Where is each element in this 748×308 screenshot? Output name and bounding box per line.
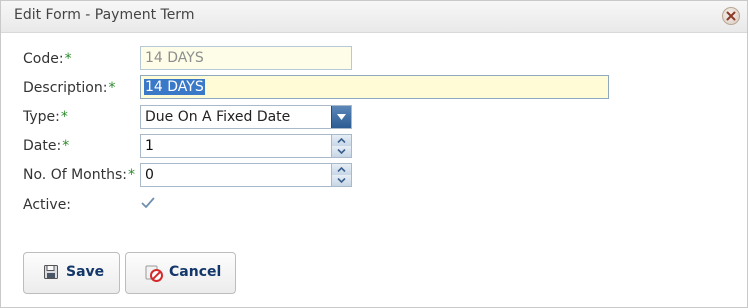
description-input[interactable]: 14 DAYS [144, 78, 205, 96]
code-input[interactable] [141, 47, 351, 69]
date-label-text: Date: [23, 138, 62, 154]
description-label-text: Description: [23, 80, 108, 96]
close-icon [726, 11, 736, 21]
description-field[interactable]: 14 DAYS [140, 75, 609, 99]
type-label-text: Type: [23, 109, 60, 125]
required-marker: * [62, 138, 70, 154]
date-spinner [331, 135, 351, 157]
active-checkbox[interactable] [140, 195, 156, 211]
description-label: Description:* [23, 80, 115, 96]
cancel-button[interactable]: Cancel [125, 252, 236, 294]
months-input[interactable] [141, 164, 331, 186]
cancel-circle-icon [145, 265, 163, 282]
type-label: Type:* [23, 109, 68, 125]
months-label-text: No. Of Months: [23, 167, 127, 183]
months-label: No. Of Months:* [23, 167, 135, 183]
chevron-up-icon [337, 138, 346, 143]
date-label: Date:* [23, 138, 69, 154]
active-label-text: Active: [23, 197, 72, 213]
chevron-up-icon [337, 167, 346, 172]
checkmark-icon [141, 197, 155, 208]
date-decrement-button[interactable] [332, 146, 351, 157]
edit-form-dialog: Edit Form - Payment Term Code:* Descript… [0, 0, 748, 308]
date-input[interactable] [141, 135, 331, 157]
months-decrement-button[interactable] [332, 175, 351, 186]
chevron-down-icon [337, 114, 346, 120]
code-field[interactable] [140, 46, 352, 70]
type-combo[interactable]: Due On A Fixed Date [140, 105, 352, 129]
date-stepper[interactable] [140, 134, 352, 158]
dialog-title: Edit Form - Payment Term [14, 7, 195, 23]
active-label: Active: [23, 197, 71, 213]
close-button[interactable] [722, 7, 740, 25]
code-label: Code:* [23, 51, 72, 67]
code-label-text: Code: [23, 51, 64, 67]
chevron-down-icon [337, 178, 346, 183]
type-value: Due On A Fixed Date [145, 109, 291, 125]
cancel-button-label: Cancel [169, 264, 222, 280]
type-dropdown-button[interactable] [331, 106, 351, 128]
floppy-disk-icon [44, 265, 58, 279]
months-stepper[interactable] [140, 163, 352, 187]
description-selected-text: 14 DAYS [144, 79, 205, 95]
save-button[interactable]: Save [23, 252, 120, 294]
required-marker: * [60, 109, 68, 125]
required-marker: * [127, 167, 135, 183]
save-button-label: Save [66, 264, 105, 280]
title-bar[interactable]: Edit Form - Payment Term [1, 1, 747, 33]
required-marker: * [64, 51, 72, 67]
months-spinner [331, 164, 351, 186]
chevron-down-icon [337, 149, 346, 154]
required-marker: * [108, 80, 116, 96]
